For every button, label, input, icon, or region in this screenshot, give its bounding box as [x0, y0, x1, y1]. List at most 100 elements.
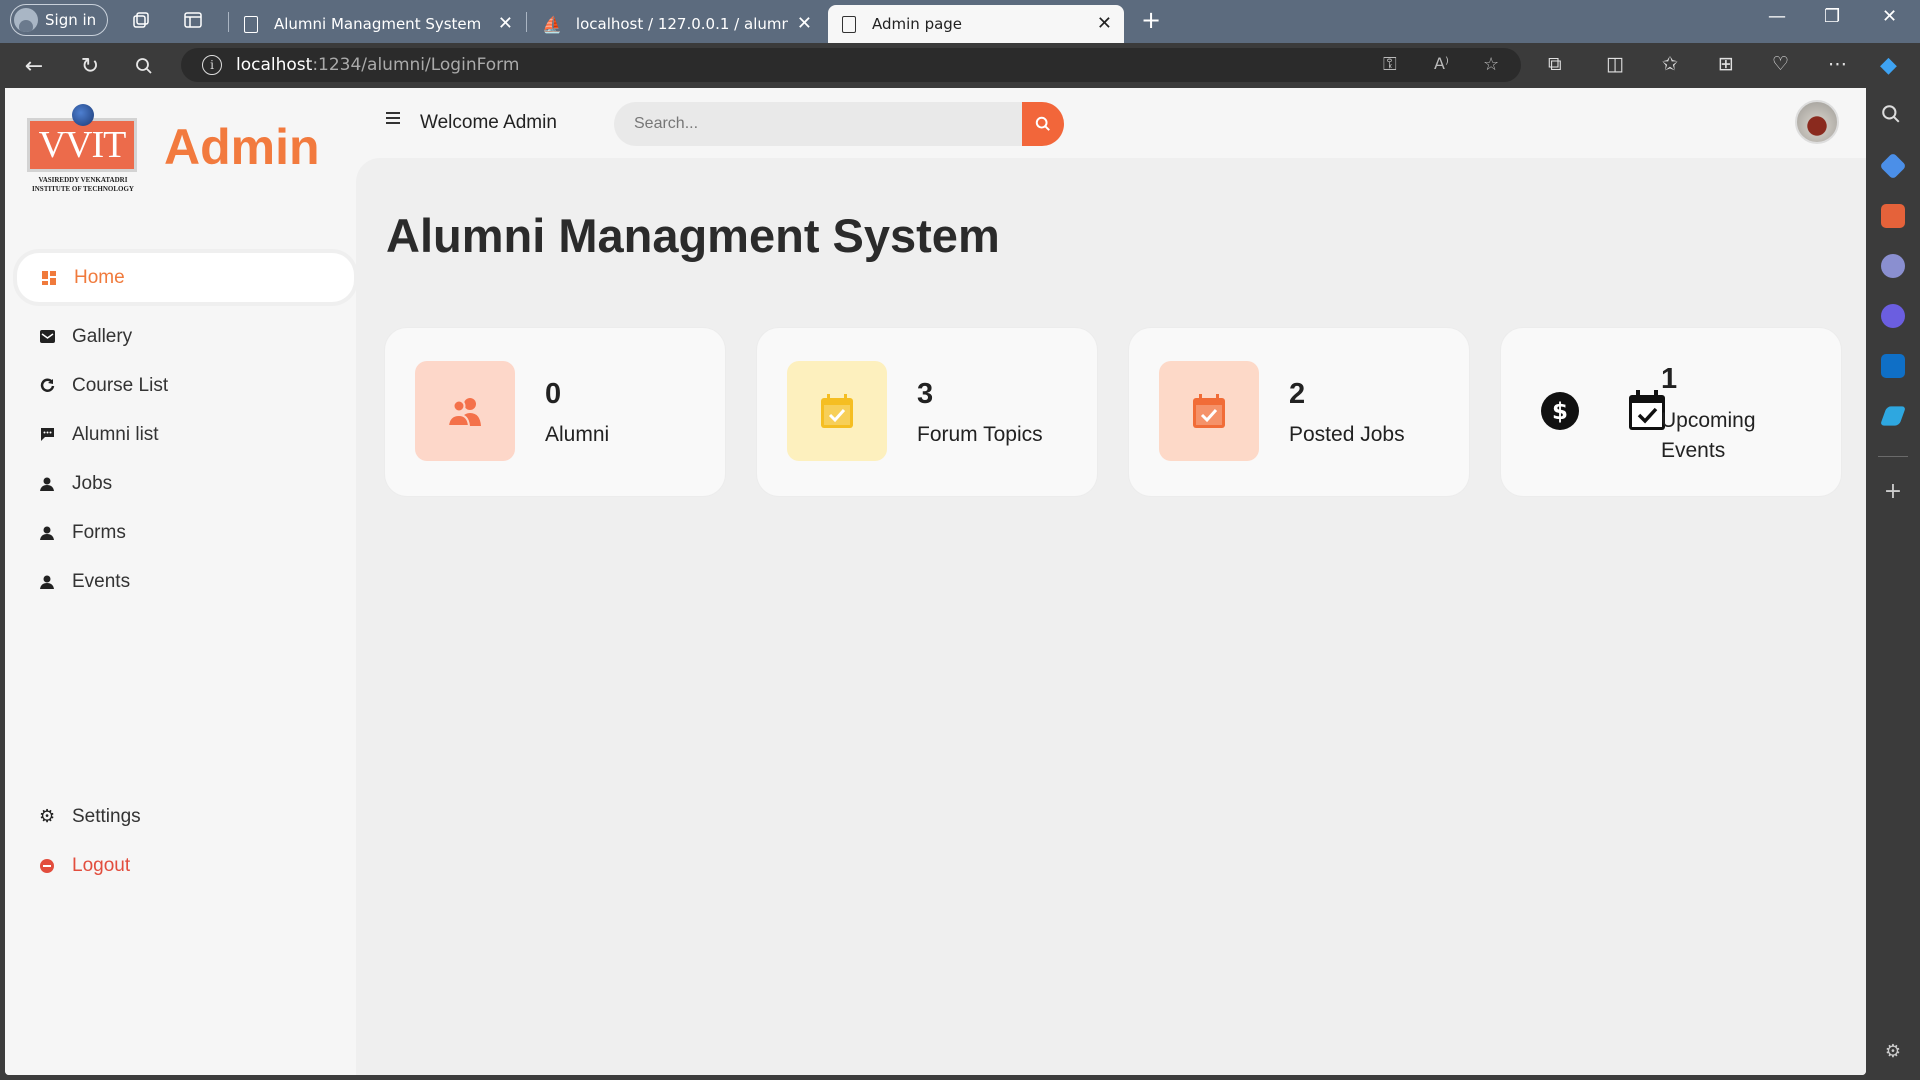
stat-label: Posted Jobs	[1289, 423, 1405, 446]
hamburger-menu-icon[interactable]	[386, 112, 400, 124]
users-icon	[415, 361, 515, 461]
stat-value: 1	[1661, 363, 1678, 395]
sidebar-item-label: Course List	[72, 374, 169, 396]
sidebar-item-forms[interactable]: Forms	[15, 508, 356, 557]
sidebar-item-alumni-list[interactable]: Alumni list	[15, 410, 356, 459]
collections-icon[interactable]: ⊞	[1718, 53, 1734, 75]
gear-icon: ⚙	[38, 806, 56, 826]
address-bar: ← ↻ i localhost :1234/alumni/LoginForm ⚿…	[0, 43, 1920, 88]
sidebar-item-label: Home	[74, 266, 125, 288]
page-icon	[244, 15, 258, 33]
tab-alumni-system[interactable]: Alumni Managment System ✕	[230, 5, 525, 43]
phpmyadmin-icon: ⛵	[542, 14, 562, 34]
sidebar-item-label: Alumni list	[72, 423, 159, 445]
stat-value: 0	[545, 378, 562, 410]
sidebar-item-label: Logout	[72, 854, 131, 876]
close-tab-icon[interactable]: ✕	[498, 13, 513, 34]
sidebar-item-logout[interactable]: Logout	[15, 841, 356, 890]
search-box	[614, 102, 1024, 146]
sidebar-nav: Home Gallery Course List Alumni list Job…	[15, 248, 356, 606]
page-header: Welcome Admin	[356, 88, 1866, 158]
stat-label: Upcoming Events	[1661, 409, 1756, 462]
calendar-check-icon	[1159, 361, 1259, 461]
sidebar-item-events[interactable]: Events	[15, 557, 356, 606]
user-avatar[interactable]	[1795, 100, 1839, 144]
search-button[interactable]	[1022, 102, 1064, 146]
profile-signin-button[interactable]: Sign in	[10, 4, 108, 36]
search-icon[interactable]	[130, 52, 158, 80]
stat-value: 2	[1289, 378, 1306, 410]
m365-icon[interactable]	[1881, 304, 1905, 328]
shopping-tag-icon[interactable]	[1879, 152, 1907, 180]
page-viewport: VVIT VASIREDDY VENKATADRI INSTITUTE OF T…	[5, 88, 1866, 1075]
sidebar-item-settings[interactable]: ⚙ Settings	[15, 792, 356, 841]
url-field[interactable]: i localhost :1234/alumni/LoginForm ⚿ A⁾ …	[181, 48, 1521, 82]
restore-icon[interactable]: ❐	[1824, 6, 1840, 27]
stat-card-alumni[interactable]: 0 Alumni	[385, 328, 725, 496]
tab-actions-icon[interactable]	[182, 9, 204, 31]
chat-icon	[39, 427, 55, 443]
search-icon	[1035, 116, 1050, 131]
brand-title: Admin	[164, 119, 320, 175]
search-input[interactable]	[614, 102, 974, 146]
welcome-text: Welcome Admin	[420, 112, 557, 133]
browser-tab-bar: Sign in Alumni Managment System ✕ ⛵ loca…	[0, 0, 1920, 43]
user-icon	[39, 574, 55, 590]
back-icon[interactable]: ←	[20, 52, 48, 80]
stat-label: Forum Topics	[917, 423, 1043, 446]
close-tab-icon[interactable]: ✕	[797, 13, 812, 34]
sidebar-item-gallery[interactable]: Gallery	[15, 312, 356, 361]
tab-admin-page[interactable]: Admin page ✕	[828, 5, 1124, 43]
favorites-icon[interactable]: ✩	[1662, 53, 1678, 75]
user-icon	[39, 476, 55, 492]
copilot-icon[interactable]: ◆	[1880, 53, 1897, 78]
more-options-icon[interactable]: ⋯	[1828, 53, 1847, 75]
sidebar-item-home[interactable]: Home	[17, 253, 354, 302]
tab-title: Alumni Managment System	[274, 15, 482, 33]
minimize-icon[interactable]: —	[1768, 6, 1786, 27]
tab-phpmyadmin[interactable]: ⛵ localhost / 127.0.0.1 / alumni_db ✕	[528, 5, 824, 43]
url-path: :1234/alumni/LoginForm	[312, 55, 520, 75]
drop-icon[interactable]	[1879, 406, 1907, 426]
workspaces-icon[interactable]	[130, 9, 152, 31]
site-info-icon[interactable]: i	[202, 55, 222, 75]
stat-value: 3	[917, 378, 934, 410]
close-window-icon[interactable]: ✕	[1882, 6, 1897, 27]
stat-label: Alumni	[545, 423, 610, 446]
edge-sidebar: + ⚙	[1866, 88, 1920, 1080]
tools-icon[interactable]	[1881, 204, 1905, 228]
tab-title: Admin page	[872, 15, 963, 33]
page-title: Alumni Managment System	[386, 209, 1000, 262]
stat-card-upcoming-events[interactable]: $ 1 Upcoming Events	[1501, 328, 1841, 496]
user-icon	[39, 525, 55, 541]
sidebar-item-jobs[interactable]: Jobs	[15, 459, 356, 508]
svg-text:$: $	[1552, 399, 1568, 425]
inbox-icon	[39, 329, 55, 345]
outlook-icon[interactable]	[1881, 354, 1905, 378]
signin-label: Sign in	[45, 11, 97, 29]
extensions-icon[interactable]: ⧉	[1548, 53, 1562, 75]
games-icon[interactable]	[1881, 254, 1905, 278]
stat-card-posted-jobs[interactable]: 2 Posted Jobs	[1129, 328, 1469, 496]
logo-globe-icon	[72, 104, 94, 126]
sidebar-bottom-nav: ⚙ Settings Logout	[15, 792, 356, 890]
sidebar-item-label: Forms	[72, 521, 126, 543]
read-aloud-icon[interactable]: A⁾	[1434, 54, 1449, 73]
logout-icon	[39, 858, 55, 874]
browser-essentials-icon[interactable]: ♡	[1772, 53, 1789, 75]
sidebar-search-icon[interactable]	[1881, 104, 1905, 128]
key-icon[interactable]: ⚿	[1383, 54, 1397, 75]
admin-sidebar: VVIT VASIREDDY VENKATADRI INSTITUTE OF T…	[5, 88, 356, 1075]
refresh-icon	[39, 378, 55, 394]
sidebar-item-label: Gallery	[72, 325, 133, 347]
split-screen-icon[interactable]: ◫	[1606, 53, 1624, 75]
new-tab-icon[interactable]: +	[1140, 6, 1162, 34]
favorite-star-icon[interactable]: ☆	[1483, 54, 1499, 75]
sidebar-item-course-list[interactable]: Course List	[15, 361, 356, 410]
stat-card-forum-topics[interactable]: 3 Forum Topics	[757, 328, 1097, 496]
dollar-icon: $	[1541, 392, 1579, 434]
refresh-icon[interactable]: ↻	[76, 52, 104, 80]
add-sidebar-app-icon[interactable]: +	[1881, 480, 1905, 504]
sidebar-settings-icon[interactable]: ⚙	[1881, 1040, 1905, 1064]
close-tab-icon[interactable]: ✕	[1097, 13, 1112, 34]
